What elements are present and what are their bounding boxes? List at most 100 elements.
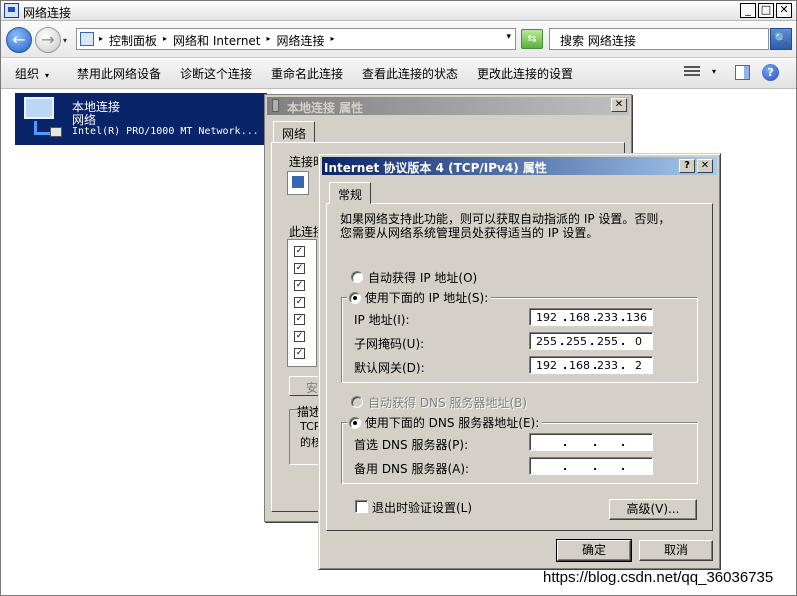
command-bar: 组织 ▾ 禁用此网络设备 诊断这个连接 重命名此连接 查看此连接的状态 更改此连接…	[1, 59, 796, 89]
ip-octet: 168	[569, 311, 590, 324]
description-line: 如果网络支持此功能，则可以获取自动指派的 IP 设置。否则，	[340, 212, 671, 226]
ip-octet: 136	[626, 311, 647, 324]
rename-connection-button[interactable]: 重命名此连接	[271, 65, 343, 82]
window-title: 网络连接	[23, 6, 72, 20]
ip-address-field[interactable]: 192. 168. 233. 136	[529, 308, 653, 326]
ip-octet: 233	[597, 311, 618, 324]
validate-on-exit-checkbox[interactable]	[355, 500, 368, 513]
auto-dns-label[interactable]: 自动获得 DNS 服务器地址(B)	[368, 394, 527, 411]
ok-button[interactable]: 确定	[556, 539, 632, 562]
local-connection-adapter[interactable]: 本地连接 网络 Intel(R) PRO/1000 MT Network...	[15, 93, 267, 145]
close-button[interactable]: ✕	[611, 98, 627, 112]
manual-ip-label[interactable]: 使用下面的 IP 地址(S):	[365, 291, 488, 305]
ip-octet: 168	[569, 359, 590, 372]
auto-ip-radio[interactable]	[351, 271, 363, 283]
default-gateway-field[interactable]: 192. 168. 233. 2	[529, 356, 653, 374]
disable-device-button[interactable]: 禁用此网络设备	[77, 65, 161, 82]
component-checkbox[interactable]: ✓	[294, 314, 305, 325]
ip-octet: 192	[536, 311, 557, 324]
address-dropdown-icon[interactable]: ▾	[506, 32, 511, 42]
auto-dns-radio[interactable]	[351, 396, 363, 408]
description-line: 您需要从网络系统管理员处获得适当的 IP 设置。	[340, 226, 599, 240]
component-checkbox[interactable]: ✓	[294, 297, 305, 308]
ip-octet: 255	[597, 335, 618, 348]
watermark-url: https://blog.csdn.net/qq_36036735	[543, 569, 774, 586]
advanced-button[interactable]: 高级(V)...	[609, 499, 697, 520]
network-connections-icon	[4, 3, 19, 18]
breadcrumb-network-internet[interactable]: 网络和 Internet	[173, 32, 260, 49]
recent-pages-dropdown-icon[interactable]: ▾	[63, 36, 67, 45]
forward-button[interactable]: →	[35, 27, 61, 53]
description-text: 如果网络支持此功能，则可以获取自动指派的 IP 设置。否则， 您需要从网络系统管…	[340, 212, 670, 240]
auto-ip-label[interactable]: 自动获得 IP 地址(O)	[368, 269, 477, 286]
help-button[interactable]: ?	[679, 159, 695, 173]
minimize-button[interactable]: _	[740, 3, 756, 18]
network-cable-icon	[272, 99, 279, 112]
window-titlebar[interactable]: 网络连接 _ □ ✕	[1, 1, 796, 21]
description-box: TCP 的核	[289, 409, 322, 465]
manual-dns-radio[interactable]	[349, 417, 361, 429]
organize-menu[interactable]: 组织 ▾	[15, 65, 49, 82]
component-checkbox[interactable]: ✓	[294, 263, 305, 274]
breadcrumb-control-panel[interactable]: 控制面板	[109, 32, 157, 49]
breadcrumb: ▸ 控制面板 ▸ 网络和 Internet ▸ 网络连接 ▸	[99, 32, 335, 49]
search-icon[interactable]: 🔍	[770, 28, 792, 50]
refresh-button[interactable]: ⇆	[521, 29, 543, 49]
ip-octet: 192	[536, 359, 557, 372]
change-settings-button[interactable]: 更改此连接的设置	[477, 65, 573, 82]
ipv4-properties-dialog: Internet 协议版本 4 (TCP/IPv4) 属性 ? ✕ 常规 如果网…	[318, 153, 721, 570]
dialog-title: Internet 协议版本 4 (TCP/IPv4) 属性	[324, 161, 547, 175]
breadcrumb-separator[interactable]: ▸	[267, 32, 271, 49]
subnet-mask-field[interactable]: 255. 255. 255. 0	[529, 332, 653, 350]
tab-network[interactable]: 网络	[273, 121, 316, 143]
preview-pane-icon[interactable]	[735, 65, 750, 80]
alternate-dns-label: 备用 DNS 服务器(A):	[354, 462, 470, 476]
manual-dns-group-title: 使用下面的 DNS 服务器地址(E):	[347, 414, 543, 431]
default-gateway-label: 默认网关(D):	[354, 361, 425, 375]
tab-general[interactable]: 常规	[329, 182, 372, 204]
ip-address-label: IP 地址(I):	[354, 313, 410, 327]
close-button[interactable]: ✕	[776, 3, 792, 18]
help-icon[interactable]: ?	[762, 64, 779, 81]
ip-octet: 255	[566, 335, 587, 348]
search-placeholder: 搜索 网络连接	[560, 34, 636, 48]
breadcrumb-separator[interactable]: ▸	[331, 32, 335, 49]
diagnose-connection-button[interactable]: 诊断这个连接	[180, 65, 252, 82]
view-status-button[interactable]: 查看此连接的状态	[362, 65, 458, 82]
view-dropdown-icon[interactable]: ▾	[712, 67, 716, 76]
breadcrumb-network-connections[interactable]: 网络连接	[277, 32, 325, 49]
close-button[interactable]: ✕	[697, 159, 713, 173]
preferred-dns-label: 首选 DNS 服务器(P):	[354, 438, 469, 452]
component-checkbox[interactable]: ✓	[294, 280, 305, 291]
caption-buttons: _ □ ✕	[740, 3, 792, 18]
control-panel-icon	[80, 32, 94, 46]
dialog-titlebar[interactable]: 本地连接 属性	[267, 97, 629, 115]
navigation-bar: ← → ▾ ▸ 控制面板 ▸ 网络和 Internet ▸ 网络连接 ▸ ▾ ⇆…	[1, 22, 796, 58]
breadcrumb-separator[interactable]: ▸	[99, 32, 103, 49]
ip-octet: 255	[536, 335, 557, 348]
breadcrumb-separator[interactable]: ▸	[163, 32, 167, 49]
change-view-icon[interactable]	[684, 66, 700, 80]
preferred-dns-field[interactable]: . . .	[529, 433, 653, 451]
dialog-title: 本地连接 属性	[287, 101, 364, 115]
address-bar[interactable]: ▸ 控制面板 ▸ 网络和 Internet ▸ 网络连接 ▸ ▾	[76, 28, 516, 50]
component-checkbox[interactable]: ✓	[294, 246, 305, 257]
cancel-button[interactable]: 取消	[639, 540, 713, 561]
install-button[interactable]: 安	[289, 376, 319, 396]
manual-ip-radio[interactable]	[349, 292, 361, 304]
organize-label: 组织	[15, 67, 40, 81]
search-input[interactable]: 搜索 网络连接	[549, 28, 769, 50]
maximize-button[interactable]: □	[758, 3, 774, 18]
component-checkbox[interactable]: ✓	[294, 348, 305, 359]
adapter-icon	[287, 171, 309, 195]
dialog-titlebar[interactable]: Internet 协议版本 4 (TCP/IPv4) 属性 ? ✕	[322, 157, 717, 175]
subnet-mask-label: 子网掩码(U):	[354, 337, 425, 351]
validate-on-exit-label[interactable]: 退出时验证设置(L)	[372, 499, 472, 516]
alternate-dns-field[interactable]: . . .	[529, 457, 653, 475]
ip-octet: 2	[635, 359, 642, 372]
back-button[interactable]: ←	[6, 27, 32, 53]
component-checkbox[interactable]: ✓	[294, 331, 305, 342]
network-adapter-icon	[20, 97, 64, 139]
components-list[interactable]: ✓ ✓ ✓ ✓ ✓ ✓ ✓	[287, 239, 317, 367]
manual-dns-label[interactable]: 使用下面的 DNS 服务器地址(E):	[365, 416, 539, 430]
